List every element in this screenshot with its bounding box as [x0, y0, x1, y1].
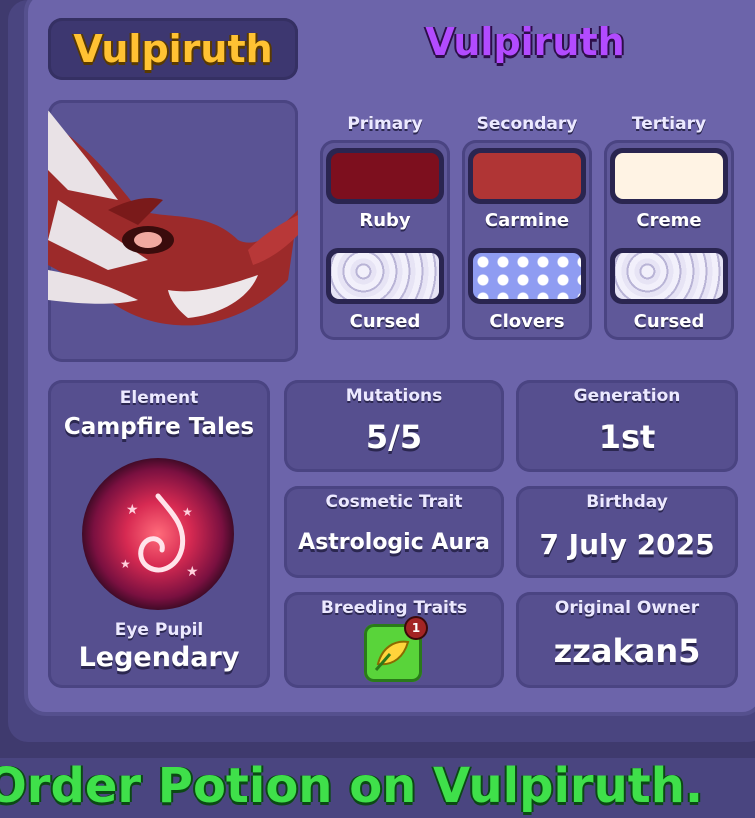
creature-display-name: Vulpiruth [425, 20, 625, 64]
primary-color-name: Ruby [359, 210, 411, 231]
spiral-flame-glyph: ★ ★ ★ ★ [120, 493, 199, 580]
secondary-color-fill [473, 153, 581, 199]
birthday-value: 7 July 2025 [539, 528, 715, 561]
primary-color-fill [331, 153, 439, 199]
generation-card: Generation 1st [516, 380, 738, 472]
campfire-spiral-icon[interactable]: ★ ★ ★ ★ [82, 458, 234, 610]
element-value: Campfire Tales [63, 414, 255, 440]
footer-banner: Order Potion on Vulpiruth. [0, 758, 755, 818]
original-owner-card: Original Owner zzakan5 [516, 592, 738, 688]
svg-text:★: ★ [186, 564, 199, 580]
cursed-pattern-icon [331, 253, 439, 299]
primary-pattern-name: Cursed [349, 311, 421, 332]
svg-text:★: ★ [120, 557, 131, 571]
creature-portrait [48, 100, 298, 362]
breeding-traits-label: Breeding Traits [320, 598, 468, 618]
generation-value: 1st [598, 418, 656, 456]
secondary-pattern-name: Clovers [489, 311, 565, 332]
birthday-label: Birthday [586, 492, 668, 512]
primary-color-heading: Primary [347, 114, 423, 134]
creature-image [48, 110, 298, 326]
clovers-pattern-icon [473, 253, 581, 299]
tertiary-color-name: Creme [636, 210, 702, 231]
primary-color-swatch[interactable] [326, 148, 444, 204]
tertiary-color-swatch[interactable] [610, 148, 728, 204]
mutations-value: 5/5 [365, 418, 423, 456]
original-owner-label: Original Owner [554, 598, 700, 618]
breeding-traits-card: Breeding Traits 1 [284, 592, 504, 688]
element-card: Element Campfire Tales ★ ★ ★ ★ Eye Pupil… [48, 380, 270, 688]
tertiary-color-fill [615, 153, 723, 199]
element-label: Element [119, 388, 199, 408]
breeding-trait-count-badge: 1 [406, 618, 426, 638]
cosmetic-trait-value: Astrologic Aura [298, 530, 490, 555]
generation-label: Generation [573, 386, 681, 406]
mutations-card: Mutations 5/5 [284, 380, 504, 472]
species-name: Vulpiruth [73, 27, 273, 71]
tertiary-color-heading: Tertiary [631, 114, 707, 134]
secondary-pattern-swatch[interactable] [468, 248, 586, 304]
mutations-label: Mutations [345, 386, 443, 406]
tertiary-pattern-swatch[interactable] [610, 248, 728, 304]
footer-banner-text: Order Potion on Vulpiruth. [0, 758, 704, 814]
svg-text:★: ★ [126, 502, 139, 518]
secondary-color-name: Carmine [484, 210, 570, 231]
eye-pupil-value: Legendary [78, 642, 240, 673]
eye-pupil-label: Eye Pupil [114, 620, 204, 640]
species-name-plate: Vulpiruth [48, 18, 298, 80]
cosmetic-trait-card: Cosmetic Trait Astrologic Aura [284, 486, 504, 578]
cosmetic-trait-label: Cosmetic Trait [325, 492, 463, 512]
birthday-card: Birthday 7 July 2025 [516, 486, 738, 578]
secondary-color-swatch[interactable] [468, 148, 586, 204]
primary-pattern-swatch[interactable] [326, 248, 444, 304]
breeding-trait-icon[interactable]: 1 [364, 618, 426, 682]
svg-text:★: ★ [182, 505, 193, 519]
tertiary-pattern-name: Cursed [633, 311, 705, 332]
cursed-pattern-icon [615, 253, 723, 299]
original-owner-value: zzakan5 [553, 632, 701, 670]
secondary-color-heading: Secondary [476, 114, 578, 134]
